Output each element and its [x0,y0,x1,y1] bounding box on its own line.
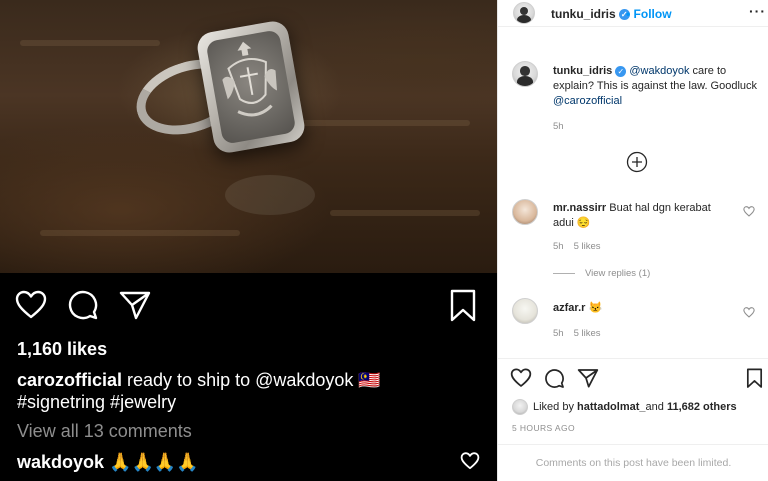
wood-grain [330,210,480,216]
bookmark-icon[interactable] [746,368,763,389]
footer-action-bar [510,368,599,389]
heart-icon[interactable] [510,368,532,388]
comment-mention[interactable]: @wakdoyok [629,65,689,77]
view-replies-label: View replies (1) [585,268,651,279]
comment-button[interactable] [66,288,100,322]
wood-grain [20,40,160,46]
separator-dot: • [626,7,631,21]
view-all-comments-link[interactable]: View all 13 comments [17,421,192,442]
post-header: tunku_idris ✓ • Follow ··· [498,0,768,27]
avatar[interactable] [512,199,538,225]
like-button[interactable] [14,288,48,322]
comment-likes[interactable]: 5 likes [574,241,601,252]
plus-circle-icon [626,151,648,173]
caption-hashtags[interactable]: #signetring #jewelry [17,392,176,412]
comment-username[interactable]: mr.nassirr [553,202,606,214]
comment-mention[interactable]: @carozofficial [553,95,622,107]
comment-meta: 5h 5 likes [553,241,611,252]
verified-badge-icon: ✓ [615,65,627,77]
heart-icon[interactable] [743,307,755,318]
wood-grain [40,230,240,236]
heart-icon[interactable] [743,206,755,217]
post-photo[interactable] [0,0,497,273]
share-button[interactable] [118,288,152,322]
caption-username[interactable]: carozofficial [17,370,122,390]
liked-by-row: Liked by hattadolmat_ and 11,682 others [512,399,737,415]
heart-icon [460,452,480,470]
header-username-row: tunku_idris ✓ [551,7,630,21]
post-footer: Liked by hattadolmat_ and 11,682 others … [498,358,768,481]
more-options-icon[interactable]: ··· [749,3,766,19]
ring-reflection [225,175,315,215]
comment-likes[interactable]: 5 likes [574,328,601,339]
comment-text: 😾 [585,302,603,314]
comments-limited-notice: Comments on this post have been limited. [498,444,768,481]
comment-preview: wakdoyok 🙏🙏🙏🙏 [17,452,199,473]
crest-icon [222,41,278,117]
liked-by-user[interactable]: hattadolmat_ [577,401,645,413]
comment-item: azfar.r 😾 [553,301,733,316]
instagram-post-view: 1,160 likes carozofficial ready to ship … [0,0,768,481]
view-replies-button[interactable]: View replies (1) [553,268,650,279]
avatar[interactable] [512,298,538,324]
avatar[interactable] [512,399,528,415]
crest-engraving [205,29,297,145]
avatar[interactable] [513,2,535,24]
comment-text: 🙏🙏🙏🙏 [104,452,199,472]
post-timestamp[interactable]: 5 HOURS AGO [512,423,575,433]
comments-panel: tunku_idris ✓ • Follow ··· tunku_idris ✓ @… [497,0,768,481]
comment-meta: 5h 5 likes [553,328,611,339]
follow-button[interactable]: • Follow [626,7,672,21]
comment-username[interactable]: azfar.r [553,302,585,314]
liked-by-prefix: Liked by [533,401,574,413]
comment-icon [68,290,98,320]
comment-time[interactable]: 5h [553,241,564,252]
share-icon [119,291,151,320]
signet-ring-face [195,18,307,156]
avatar[interactable] [512,61,538,87]
comment-username[interactable]: wakdoyok [17,452,104,472]
caption-text: ready to ship to @wakdoyok 🇲🇾 [122,370,381,390]
follow-label: Follow [633,7,672,21]
like-count[interactable]: 1,160 likes [17,339,107,360]
post-action-bar [14,288,152,322]
bookmark-icon [450,289,476,322]
share-icon[interactable] [577,368,599,388]
comment-item: mr.nassirr Buat hal dgn kerabat adui 😔 [553,201,733,231]
post-media-panel: 1,160 likes carozofficial ready to ship … [0,0,497,481]
comment-item: tunku_idris ✓ @wakdoyok care to explain? … [553,64,763,109]
wood-grain [300,120,470,126]
save-button[interactable] [446,289,480,323]
header-username[interactable]: tunku_idris [551,7,616,21]
comment-time[interactable]: 5h [553,121,564,132]
comment-icon[interactable] [544,368,565,389]
comment-like-button[interactable] [460,452,482,472]
liked-by-count[interactable]: 11,682 others [667,401,737,413]
replies-line [553,273,575,274]
heart-icon [15,290,47,319]
load-more-comments-button[interactable] [626,151,648,173]
comment-meta: 5h [553,121,574,132]
post-caption: carozofficial ready to ship to @wakdoyok… [17,369,487,413]
liked-by-and: and [645,401,664,413]
comment-username[interactable]: tunku_idris [553,65,612,77]
comment-time[interactable]: 5h [553,328,564,339]
